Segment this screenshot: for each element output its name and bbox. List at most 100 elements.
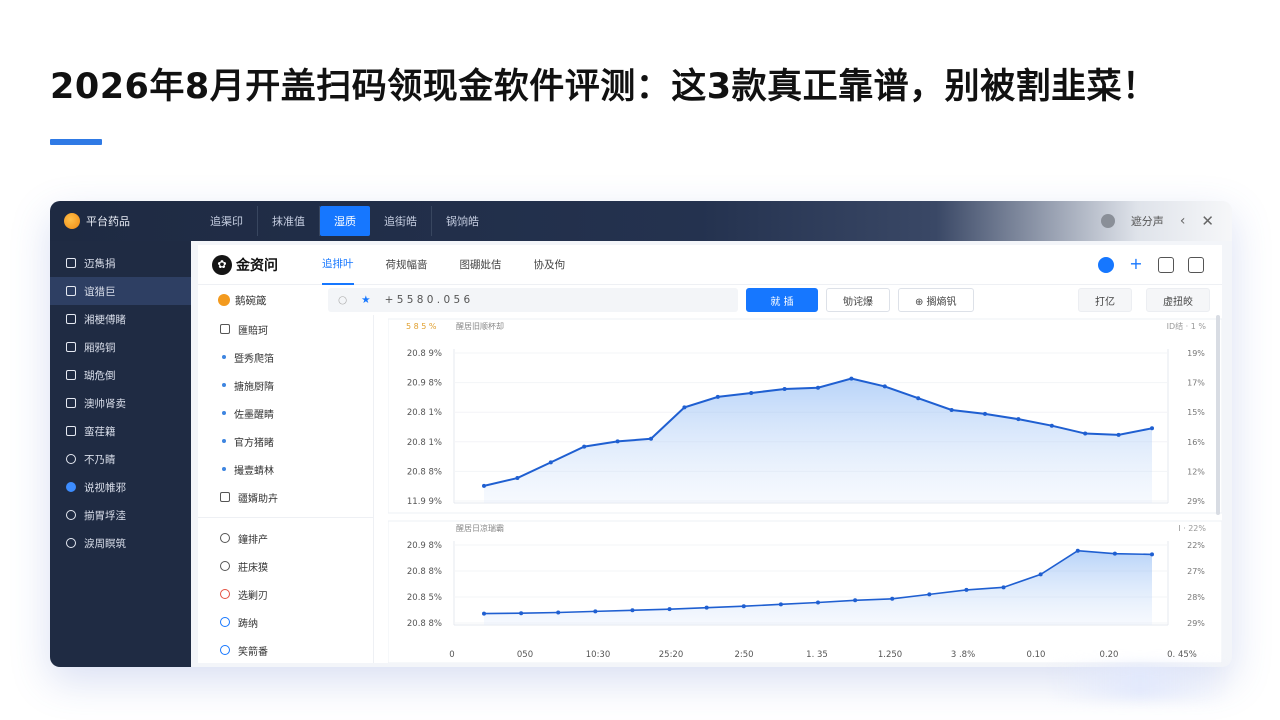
y-tick-label: 20.9 8% [407,379,442,389]
data-point [1016,417,1021,422]
scrollbar[interactable] [1216,315,1220,515]
data-point [849,376,854,381]
x-tick-label: 1. 35 [806,650,828,660]
bullet-icon [222,467,226,471]
top-tabs: 追渠印 抹准值 湿质 追街皓 锅饷皓 [196,201,493,241]
sidebar-item-5[interactable]: 瑚危倒 [50,361,191,389]
page-headline: 2026年8月开盖扫码领现金软件评测：这3款真正靠谱，别被割韭菜！ [50,67,1158,107]
list-item[interactable]: 匯賠珂 [198,315,373,343]
x-tick-label: 25:20 [659,650,684,660]
sidebar-item-label: 谊猎巨 [84,285,116,298]
list-item[interactable]: 选剿刃 [198,580,373,608]
list-item[interactable]: 莊床獏 [198,552,373,580]
back-icon[interactable]: ‹ [1180,213,1186,229]
data-point [816,385,820,390]
sidebar-item-10[interactable]: 揃胃垺淕 [50,501,191,529]
sidebar: 迈雋捐 谊猎巨 湘梗傅睹 厢鸦铜 瑚危倒 澳帅肾卖 蛮荏籍 不乃睛 说视帷邪 揃… [50,241,191,667]
blue-circle-icon [220,617,230,627]
list-item-label: 搪施厨隋 [234,381,274,393]
entity-label: 鹅碗箴 [235,294,267,307]
print-button[interactable]: 打亿 [1078,288,1132,312]
red-circle-icon [220,589,230,599]
x-tick-label: 0. 45% [1167,650,1197,660]
y-right-tick-label: 29% [1187,619,1205,628]
list-item[interactable]: 踌纳 [198,608,373,636]
list-item-label: 疆婿助卉 [238,493,278,505]
list-item-label: 莊床獏 [238,562,268,574]
sidebar-item-4[interactable]: 厢鸦铜 [50,333,191,361]
list-item[interactable]: 搪施厨隋 [198,371,373,399]
app-logo[interactable]: ✿ 金资问 [212,254,322,275]
sidebar-item-8[interactable]: 不乃睛 [50,445,191,473]
square-icon [66,398,76,408]
square-icon [66,342,76,352]
user-label[interactable]: 遮分声 [1131,213,1164,229]
data-point [556,610,561,615]
y-tick-label: 20.8 8% [407,619,442,629]
sidebar-item-7[interactable]: 蛮荏籍 [50,417,191,445]
edit-icon[interactable] [1158,257,1174,273]
entity-selector[interactable]: 鹅碗箴 [218,293,328,308]
square-icon [66,258,76,268]
sidebar-item-11[interactable]: 淚周瞑筑 [50,529,191,557]
data-point [916,396,921,401]
filter-button[interactable]: 劬诧爆 [826,288,890,312]
y-tick-label: 11.9 9% [407,497,442,507]
notification-icon[interactable] [1098,257,1114,273]
sidebar-item-3[interactable]: 湘梗傅睹 [50,305,191,333]
y-right-tick-label: 22% [1187,541,1205,550]
app-tab-2[interactable]: 荷规幅啬 [386,245,428,285]
y-tick-label: 20.8 9% [407,349,442,359]
top-tab-5[interactable]: 锅饷皓 [432,206,493,236]
list-item[interactable]: 笑箭番 [198,636,373,664]
data-point [749,390,754,395]
filter-row: 鹅碗箴 ○ ★ + 5 5 8 0 . 0 5 6 就 插 劬诧爆 ⊕ 搁熵钒 … [198,285,1222,315]
export-button[interactable]: 虚扭皎 [1146,288,1210,312]
bullet-icon [222,355,226,359]
list-item-label: 选剿刃 [238,590,268,602]
data-point [482,483,486,488]
list-item[interactable]: 鐘排产 [198,524,373,552]
app-tab-1-active[interactable]: 追排叶 [322,245,354,285]
export-icon[interactable] [1188,257,1204,273]
list-item[interactable]: 撮壹蜻林 [198,455,373,483]
sidebar-item-1[interactable]: 迈雋捐 [50,249,191,277]
add-icon[interactable]: + [1128,256,1144,273]
sidebar-item-9[interactable]: 说视帷邪 [50,473,191,501]
list-item[interactable]: 官方猪睹 [198,427,373,455]
folder-icon [220,324,230,334]
list-item[interactable]: 暨秀爬箔 [198,343,373,371]
list-item[interactable]: 疆婿助卉 [198,483,373,511]
list-item[interactable]: 佐墨醒睛 [198,399,373,427]
top-tab-2[interactable]: 抹准值 [258,206,320,236]
data-point [1001,585,1006,590]
query-button[interactable]: 就 插 [746,288,818,312]
blue-circle-icon [220,645,230,655]
search-input[interactable]: ○ ★ + 5 5 8 0 . 0 5 6 [328,288,738,312]
data-point [741,604,746,609]
sidebar-item-label: 揃胃垺淕 [84,509,126,522]
app-window: 平台药品 追渠印 抹准值 湿质 追街皓 锅饷皓 遮分声 ‹ ✕ 迈雋捐 谊猎巨 … [50,201,1232,667]
data-point [649,436,653,441]
top-tab-4[interactable]: 追街皓 [370,206,432,236]
app-tab-4[interactable]: 协及佝 [534,245,566,285]
top-tab-3-active[interactable]: 湿质 [320,206,370,236]
data-point [1075,548,1080,553]
data-point [882,384,887,389]
sidebar-item-label: 淚周瞑筑 [84,537,126,550]
brand[interactable]: 平台药品 [50,201,191,241]
data-point [548,460,553,465]
data-point [515,476,520,481]
sidebar-item-2-active[interactable]: 谊猎巨 [50,277,191,305]
y-right-tick-label: 28% [1187,593,1205,602]
top-tab-1[interactable]: 追渠印 [196,206,258,236]
app-logo-text: 金资问 [236,257,278,274]
sidebar-item-6[interactable]: 澳帅肾卖 [50,389,191,417]
x-tick-label: 10:30 [586,650,611,660]
user-avatar-icon[interactable] [1100,214,1115,228]
close-icon[interactable]: ✕ [1201,212,1214,230]
app-tab-3[interactable]: 图硼妣佶 [460,245,502,285]
settings-button[interactable]: ⊕ 搁熵钒 [898,288,974,312]
data-point [630,608,635,613]
list-item-label: 鐘排产 [238,534,268,546]
